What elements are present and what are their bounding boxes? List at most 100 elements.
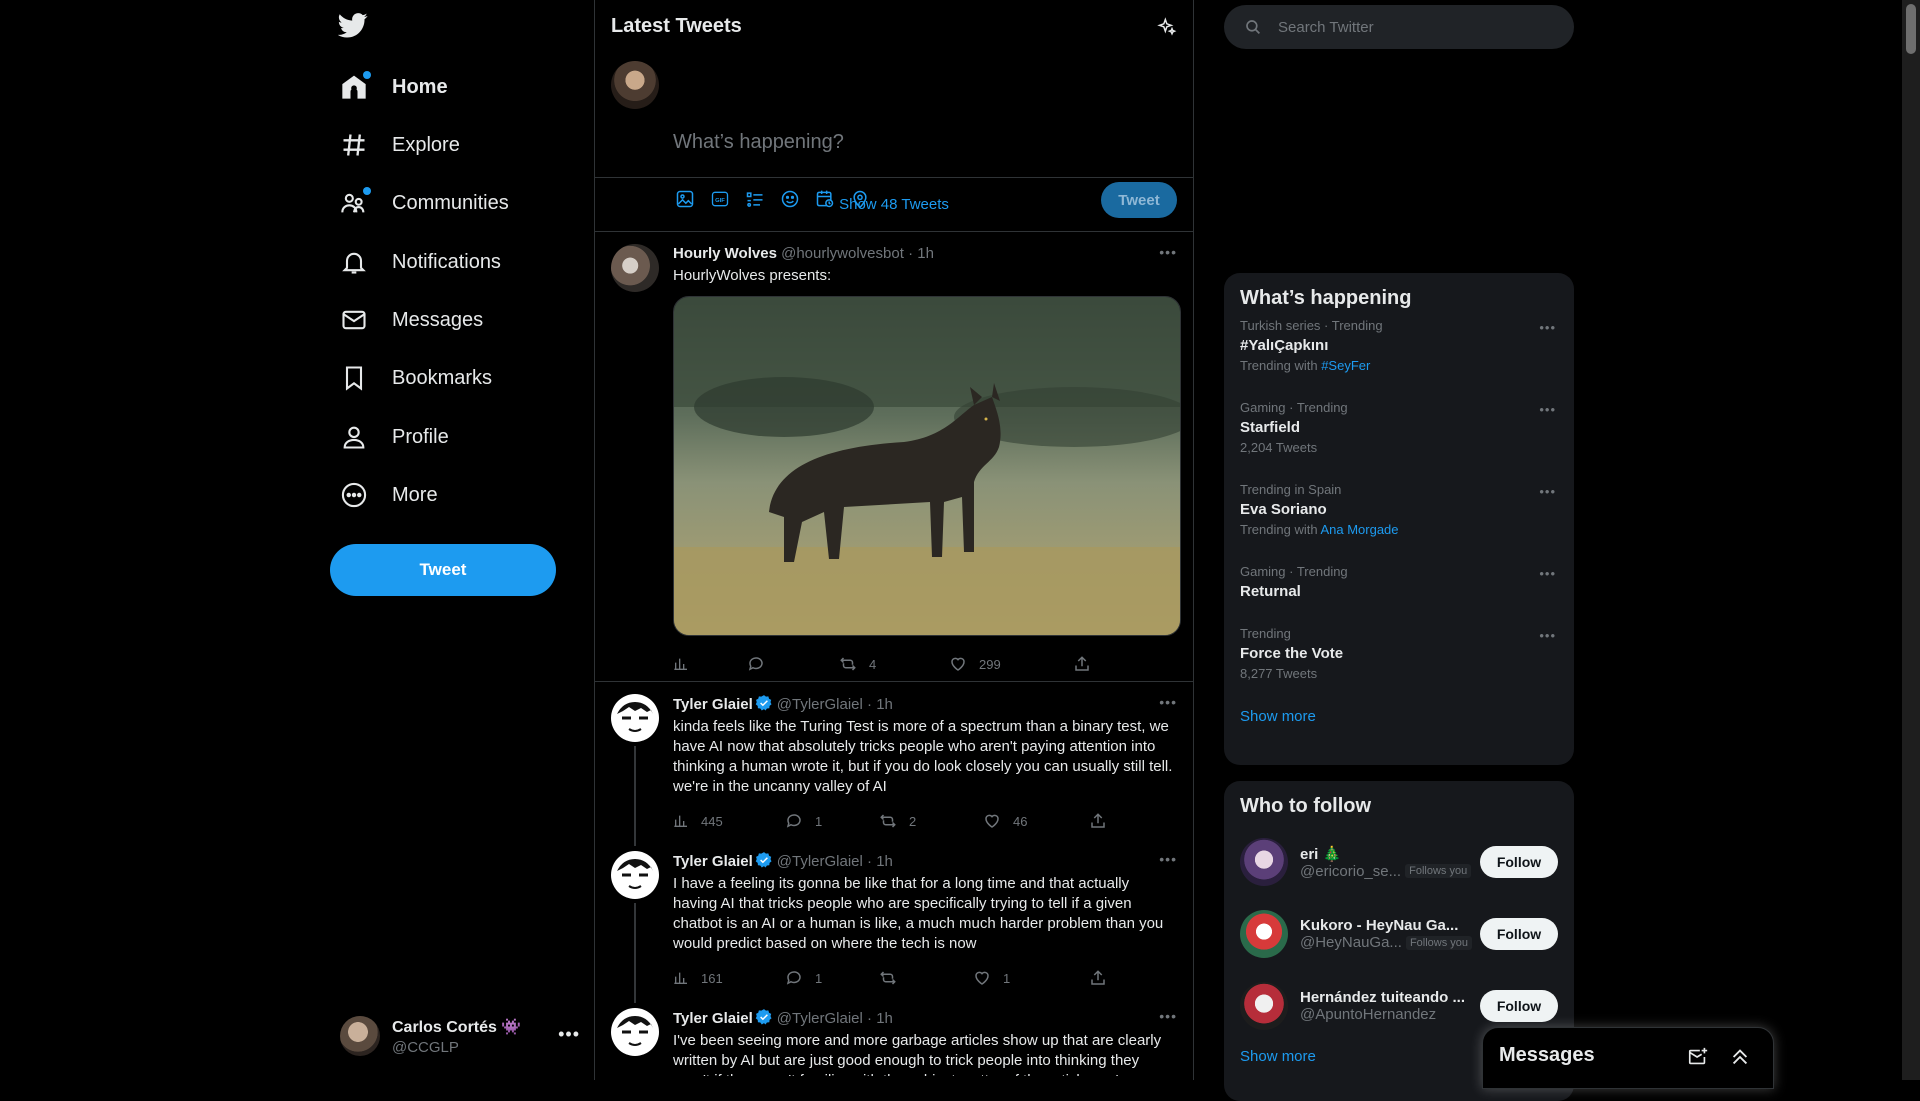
tweet-image[interactable] [673,296,1181,636]
search-input[interactable]: Search Twitter [1224,5,1574,49]
schedule-icon[interactable] [815,189,835,209]
follow-suggestion[interactable]: eri 🎄 @ericorio_se... Follows you Follow [1224,826,1574,898]
more-dots-icon[interactable]: ••• [1539,402,1556,417]
gif-icon[interactable]: GIF [710,189,730,209]
reply-button[interactable]: 1 [785,812,879,830]
retweet-button[interactable]: 4 [839,655,949,673]
tweet-time[interactable]: 1h [917,245,934,262]
share-button[interactable] [1089,969,1119,987]
tweet-text: I've been seeing more and more garbage a… [673,1032,1162,1076]
follow-button[interactable]: Follow [1480,990,1558,1022]
like-button[interactable]: 1 [973,969,1089,987]
tweet-author-name[interactable]: Hourly Wolves [673,245,777,262]
avatar[interactable] [611,851,659,899]
tweet-button[interactable]: Tweet [330,544,556,596]
views-button[interactable]: 445 [673,813,785,829]
like-count: 299 [979,656,1001,672]
more-dots-icon[interactable]: ••• [1159,244,1177,260]
follow-button[interactable]: Follow [1480,918,1558,950]
more-dots-icon[interactable]: ••• [1539,628,1556,643]
views-button[interactable] [673,656,747,672]
trend-sub: 2,204 Tweets [1240,440,1318,455]
left-sidebar: Home Explore Communities Notifications M… [330,0,594,1080]
nav-messages[interactable]: Messages [340,298,483,342]
nav-explore[interactable]: Explore [340,123,460,167]
new-message-icon[interactable] [1687,1046,1709,1068]
twitter-bird-icon[interactable] [338,10,374,46]
trends-title: What’s happening [1240,287,1412,309]
emoji-icon[interactable] [780,189,800,209]
trend-link[interactable]: Ana Morgade [1320,522,1398,537]
tweet-time[interactable]: 1h [876,853,893,870]
reply-button[interactable]: 1 [785,969,879,987]
tweet-text: HourlyWolves presents: [673,267,832,284]
nav-home[interactable]: Home [340,65,448,109]
tweet[interactable]: Tyler Glaiel @TylerGlaiel · 1h ••• I've b… [595,996,1193,1076]
more-dots-icon[interactable]: ••• [1159,851,1177,867]
tweet-author-handle[interactable]: @TylerGlaiel [777,696,863,713]
tweet-time[interactable]: 1h [876,1010,893,1027]
more-dots-icon[interactable]: ••• [1539,484,1556,499]
scrollbar[interactable] [1902,0,1920,1080]
scrollbar-thumb[interactable] [1906,4,1916,54]
tweet[interactable]: Tyler Glaiel @TylerGlaiel · 1h ••• I have… [595,839,1193,1003]
trend-link[interactable]: #SeyFer [1321,358,1370,373]
share-button[interactable] [1073,655,1103,673]
tweet-author-name[interactable]: Tyler Glaiel [673,1010,753,1027]
more-dots-icon[interactable]: ••• [558,1024,580,1045]
avatar[interactable] [611,1008,659,1056]
follow-button[interactable]: Follow [1480,846,1558,878]
more-dots-icon[interactable]: ••• [1539,320,1556,335]
tweet-author-handle[interactable]: @hourlywolvesbot [781,245,904,262]
tweet-author-handle[interactable]: @TylerGlaiel [777,1010,863,1027]
reply-count: 1 [815,970,823,986]
tweet-author-handle[interactable]: @TylerGlaiel [777,853,863,870]
trend-item[interactable]: Trending in Spain Eva Soriano Trending w… [1224,482,1574,564]
trend-item[interactable]: Trending Force the Vote 8,277 Tweets ••• [1224,626,1574,708]
avatar[interactable] [1240,910,1288,958]
share-button[interactable] [1089,812,1119,830]
trend-sub: 8,277 Tweets [1240,666,1318,681]
nav-profile[interactable]: Profile [340,415,449,459]
retweet-button[interactable]: 2 [879,812,983,830]
chevron-up-icon[interactable] [1729,1046,1751,1068]
trend-item[interactable]: Gaming · Trending Starfield 2,204 Tweets… [1224,400,1574,482]
nav-bookmarks[interactable]: Bookmarks [340,356,492,400]
reply-icon [786,971,801,985]
nav-communities[interactable]: Communities [340,181,509,225]
compose-tweet-button[interactable]: Tweet [1101,182,1177,218]
tweet[interactable]: Hourly Wolves @hourlywolvesbot · 1h ••• … [595,232,1193,682]
trends-show-more-link[interactable]: Show more [1224,708,1574,725]
avatar[interactable] [611,244,659,292]
location-icon[interactable] [850,189,870,209]
account-switcher[interactable]: Carlos Cortés 👾 @CCGLP ••• [340,1010,580,1062]
sparkle-icon[interactable] [1157,16,1177,37]
retweet-button[interactable] [879,969,973,987]
compose-input[interactable]: What’s happening? [673,131,844,154]
trend-item[interactable]: Gaming · Trending Returnal ••• [1224,564,1574,626]
thread-line [634,903,636,1003]
more-dots-icon[interactable]: ••• [1539,566,1556,581]
tweet-author-name[interactable]: Tyler Glaiel [673,696,753,713]
poll-icon[interactable] [745,189,765,209]
hashtag-icon [340,131,368,159]
retweet-icon [880,971,896,985]
nav-more[interactable]: More [340,473,438,517]
follow-suggestion[interactable]: Kukoro - HeyNau Ga... @HeyNauGa... Follow… [1224,898,1574,970]
tweet-author-name[interactable]: Tyler Glaiel [673,853,753,870]
views-button[interactable]: 161 [673,970,785,986]
tweet[interactable]: Tyler Glaiel @TylerGlaiel · 1h ••• kinda … [595,682,1193,846]
like-button[interactable]: 46 [983,812,1089,830]
tweet-time[interactable]: 1h [876,696,893,713]
avatar[interactable] [1240,838,1288,886]
trend-item[interactable]: Turkish series · Trending #YalıÇapkını T… [1224,318,1574,400]
avatar[interactable] [611,694,659,742]
image-icon[interactable] [675,189,695,209]
more-dots-icon[interactable]: ••• [1159,1008,1177,1024]
more-dots-icon[interactable]: ••• [1159,694,1177,710]
nav-notifications[interactable]: Notifications [340,240,501,284]
like-button[interactable]: 299 [949,655,1073,673]
avatar[interactable] [1240,982,1288,1030]
reply-button[interactable] [747,655,839,673]
avatar [611,61,659,109]
